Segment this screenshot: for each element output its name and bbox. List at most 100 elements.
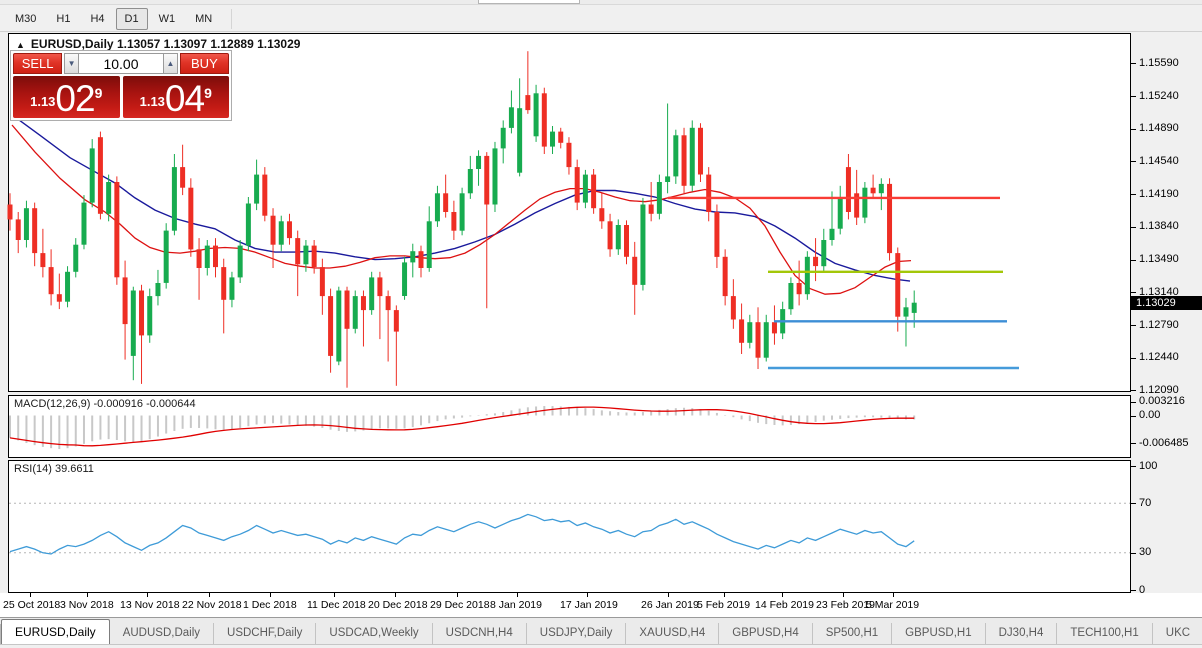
sell-button[interactable]: SELL (13, 53, 63, 74)
tab-usdcnh-h4[interactable]: USDCNH,H4 (432, 623, 527, 644)
date-tick (517, 593, 518, 597)
date-label: 29 Dec 2018 (430, 599, 490, 611)
one-click-trade-panel: SELL ▼ ▲ BUY 1.13029 1.13049 (10, 50, 232, 121)
axis-tick (1131, 194, 1136, 195)
time-scale: 25 Oct 2018 3 Nov 2018 13 Nov 2018 22 Nov 2… (0, 593, 1202, 617)
tab-usdcad-weekly[interactable]: USDCAD,Weekly (316, 623, 433, 644)
date-label: 11 Dec 2018 (307, 599, 366, 611)
date-tick (724, 593, 725, 597)
rsi-indicator-label: RSI(14) 39.6611 (14, 463, 94, 475)
ask-big-digits: 04 (164, 78, 205, 119)
axis-label: 0.003216 (1139, 395, 1185, 407)
axis-label: 1.14190 (1139, 188, 1179, 200)
tab-gbpusd-h1[interactable]: GBPUSD,H1 (892, 623, 986, 644)
collapse-arrow-icon[interactable]: ▲ (16, 40, 25, 50)
date-label: 5 Mar 2019 (866, 599, 920, 611)
timeframe-button-h4[interactable]: H4 (81, 8, 113, 30)
bid-big-digits: 02 (55, 78, 95, 119)
date-tick (87, 593, 88, 597)
date-tick (270, 593, 271, 597)
tab-xauusd-h4[interactable]: XAUUSD,H4 (626, 623, 720, 644)
tab-eurusd-daily[interactable]: EURUSD,Daily (1, 619, 110, 644)
date-label: 22 Nov 2018 (182, 599, 242, 611)
axis-tick (1131, 227, 1136, 228)
axis-label: -0.006485 (1139, 437, 1189, 449)
axis-label: 1.13840 (1139, 220, 1179, 232)
axis-tick (1131, 590, 1136, 591)
axis-tick (1131, 390, 1136, 391)
volume-increase-button[interactable]: ▲ (163, 53, 178, 74)
tab-usdjpy-daily[interactable]: USDJPY,Daily (526, 623, 627, 644)
top-toolbar-sliver (0, 0, 1202, 5)
date-label: 8 Jan 2019 (490, 599, 542, 611)
axis-tick (1131, 358, 1136, 359)
date-label: 17 Jan 2019 (560, 599, 618, 611)
tab-audusd-daily[interactable]: AUDUSD,Daily (109, 623, 215, 644)
date-label: 26 Jan 2019 (641, 599, 699, 611)
axis-tick (1131, 443, 1136, 444)
date-label: 13 Nov 2018 (120, 599, 180, 611)
axis-label: 1.15240 (1139, 90, 1179, 102)
volume-decrease-button[interactable]: ▼ (64, 53, 79, 74)
volume-input[interactable] (79, 53, 163, 74)
axis-tick (1131, 325, 1136, 326)
date-tick (30, 593, 31, 597)
date-tick (893, 593, 894, 597)
tab-gbpusd-h4[interactable]: GBPUSD,H4 (719, 623, 813, 644)
current-price-badge: 1.13029 (1131, 296, 1202, 310)
axis-tick (1131, 161, 1136, 162)
bid-price-tile[interactable]: 1.13 02 9 (13, 76, 120, 118)
date-label: 3 Nov 2018 (60, 599, 114, 611)
ask-price-tile[interactable]: 1.13 04 9 (122, 76, 229, 119)
tab-tech100-h1[interactable]: TECH100,H1 (1057, 623, 1153, 644)
macd-indicator-label: MACD(12,26,9) -0.000916 -0.000644 (14, 398, 196, 410)
bid-pip-digit: 9 (94, 85, 103, 101)
axis-tick (1131, 503, 1136, 504)
date-tick (147, 593, 148, 597)
toolbar-separator (231, 8, 233, 29)
date-tick (334, 593, 335, 597)
tab-sp500-h1[interactable]: SP500,H1 (812, 623, 893, 644)
axis-label: 0 (1139, 584, 1146, 596)
date-tick (782, 593, 783, 597)
tab-ukc[interactable]: UKC (1152, 623, 1202, 644)
axis-label: 30 (1139, 546, 1152, 558)
date-tick (668, 593, 669, 597)
timeframe-button-h1[interactable]: H1 (47, 8, 79, 30)
date-tick (209, 593, 210, 597)
date-tick (843, 593, 844, 597)
date-label: 1 Dec 2018 (243, 599, 297, 611)
ask-prefix: 1.13 (139, 94, 165, 109)
rsi-panel[interactable] (8, 460, 1131, 593)
axis-label: 1.15590 (1139, 57, 1179, 69)
timeframe-button-w1[interactable]: W1 (150, 8, 185, 30)
timeframe-button-d1[interactable]: D1 (115, 7, 148, 30)
timeframe-button-mn[interactable]: MN (186, 8, 221, 30)
axis-label: 0.00 (1139, 409, 1161, 421)
chart-symbol-header: ▲ EURUSD,Daily 1.13057 1.13097 1.12889 1.… (16, 37, 300, 51)
symbol-tab-bar: EURUSD,Daily AUDUSD,Daily USDCHF,Daily USDC… (0, 617, 1202, 644)
axis-label: 1.14540 (1139, 155, 1179, 167)
axis-label: 1.13490 (1139, 253, 1179, 265)
axis-tick (1131, 402, 1136, 403)
axis-label: 1.12440 (1139, 351, 1179, 363)
axis-tick (1131, 129, 1136, 130)
date-label: 20 Dec 2018 (368, 599, 428, 611)
axis-tick (1131, 292, 1136, 293)
axis-tick (1131, 553, 1136, 554)
tab-dj30-h4[interactable]: DJ30,H4 (985, 623, 1058, 644)
axis-tick (1131, 466, 1136, 467)
axis-tick (1131, 63, 1136, 64)
symbol-ohlc-text: EURUSD,Daily 1.13057 1.13097 1.12889 1.1… (30, 37, 301, 51)
status-strip (0, 644, 1202, 648)
timeframe-toolbar: M30 H1 H4 D1 W1 MN (0, 6, 1202, 32)
axis-label: 100 (1139, 460, 1158, 472)
date-tick (457, 593, 458, 597)
bid-prefix: 1.13 (30, 94, 56, 109)
date-label: 25 Oct 2018 (3, 599, 61, 611)
axis-label: 1.14890 (1139, 122, 1179, 134)
buy-button[interactable]: BUY (179, 53, 229, 74)
tab-usdchf-daily[interactable]: USDCHF,Daily (214, 623, 317, 644)
timeframe-button-m30[interactable]: M30 (6, 8, 45, 30)
symbol-dropdown-remnant (478, 0, 580, 4)
